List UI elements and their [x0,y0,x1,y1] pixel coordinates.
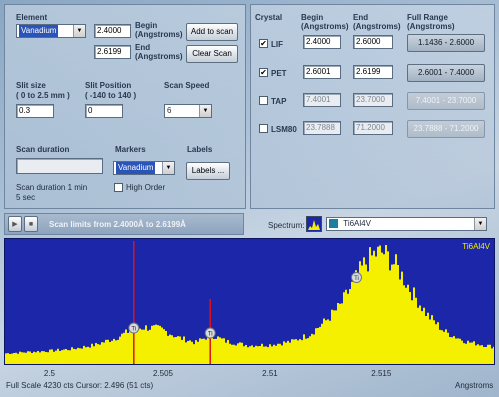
chart-footer: Full Scale 4230 cts Cursor: 2.496 (51 ct… [6,381,154,390]
markers-select[interactable]: Vanadium ▼ [113,161,175,175]
stop-button[interactable]: ■ [24,216,38,232]
crystal-lsm80-name: LSM80 [271,125,297,134]
x-tick-label: 2.515 [371,369,392,378]
high-order-checkbox[interactable] [114,183,123,192]
element-label: Element [16,13,48,22]
spectrum-label: Spectrum: [268,221,305,230]
scan-speed-value: 6 [167,106,172,115]
scan-duration-text: Scan duration 1 min [16,183,88,192]
play-icon: ▶ [12,221,18,228]
x-axis-label: Angstroms [455,381,494,390]
scan-duration-text-2: 5 sec [16,193,36,202]
markers-label: Markers [115,145,146,154]
element-marker[interactable]: Ti [204,327,216,339]
crystal-pet-end[interactable]: 2.6199 [353,65,393,79]
crystal-tap-range-button: 7.4001 - 23.7000 [407,92,485,110]
end-header-unit: (Angstroms) [353,22,401,31]
spectrum-icon[interactable] [306,216,322,232]
crystal-lif-checkbox[interactable]: ✔ [259,39,268,48]
full-range-header-unit: (Angstroms) [407,22,455,31]
begin-unit: (Angstroms) [135,30,183,39]
spectrum-select-value: Ti6Al4V [343,219,371,228]
x-tick-label: 2.5 [43,369,55,378]
series-label: Ti6Al4V [462,242,490,251]
slit-size-input[interactable]: 0.3 [16,104,54,118]
spectrum-area [5,245,495,364]
end-unit: (Angstroms) [135,52,183,61]
marker-label: Ti [131,327,136,333]
chevron-down-icon: ▼ [199,105,211,117]
clear-scan-button[interactable]: Clear Scan [186,45,238,63]
end-label: End [135,43,151,52]
crystal-lif-range-button[interactable]: 1.1436 - 2.6000 [407,34,485,52]
crystal-pet-begin[interactable]: 2.6001 [303,65,341,79]
begin-label: Begin [135,21,158,30]
begin-input[interactable]: 2.4000 [94,24,131,38]
end-input[interactable]: 2.6199 [94,45,131,59]
scan-duration-field [16,158,103,174]
crystal-lif-name: LIF [271,40,283,49]
marker-label: Ti [208,332,213,338]
chevron-down-icon: ▼ [73,25,85,37]
begin-header: Begin [301,13,324,22]
end-header: End [353,13,369,22]
scan-control-bar: ▶ ■ Scan limits from 2.4000Å to 2.6199Å [4,213,244,235]
crystal-tap-name: TAP [271,97,287,106]
play-button[interactable]: ▶ [8,216,22,232]
crystal-lsm80-range-button: 23.7888 - 71.2000 [407,120,485,138]
crystal-lif-begin[interactable]: 2.4000 [303,35,341,49]
spectrum-select-icon [329,219,338,229]
marker-label: Ti [354,276,359,282]
crystal-tap-end: 23.7000 [353,93,393,107]
scan-speed-select[interactable]: 6 ▼ [164,104,212,118]
stop-icon: ■ [28,221,34,228]
slit-size-range: ( 0 to 2.5 mm ) [16,91,70,100]
crystal-pet-name: PET [271,69,287,78]
high-order-label: High Order [126,183,166,192]
labels-label: Labels [187,145,213,154]
slit-position-input[interactable]: 0 [85,104,123,118]
crystal-lif-end[interactable]: 2.6000 [353,35,393,49]
spectrum-plot[interactable]: Ti Ti Ti Ti6Al4V [5,239,495,364]
markers-select-value: Vanadium [116,162,156,174]
element-select[interactable]: Vanadium ▼ [16,24,86,38]
slit-size-label: Slit size [16,81,46,90]
labels-button[interactable]: Labels ... [186,162,230,180]
element-marker[interactable]: Ti [128,322,140,334]
crystal-lsm80-checkbox[interactable] [259,124,268,133]
element-marker[interactable]: Ti [350,272,362,284]
crystal-pet-range-button[interactable]: 2.6001 - 7.4000 [407,64,485,82]
add-to-scan-button[interactable]: Add to scan [186,23,238,41]
x-tick-label: 2.51 [262,369,278,378]
spectrum-select[interactable]: Ti6Al4V ▼ [326,217,487,231]
slit-position-label: Slit Position [85,81,132,90]
chevron-down-icon: ▼ [474,218,486,230]
x-tick-label: 2.505 [152,369,174,378]
crystal-header: Crystal [255,13,283,22]
crystal-lsm80-begin: 23.7888 [303,121,341,135]
element-panel: Element Vanadium ▼ 2.4000 Begin (Angstro… [4,4,246,209]
begin-header-unit: (Angstroms) [301,22,349,31]
scan-limits-text: Scan limits from 2.4000Å to 2.6199Å [49,220,186,229]
spectrum-chart[interactable]: Ti Ti Ti Ti6Al4V [4,238,495,365]
slit-position-range: ( -140 to 140 ) [85,91,137,100]
crystal-tap-checkbox[interactable] [259,96,268,105]
element-select-value: Vanadium [19,25,59,37]
crystal-pet-checkbox[interactable]: ✔ [259,68,268,77]
full-range-header: Full Range [407,13,448,22]
scan-duration-label: Scan duration [16,145,70,154]
crystal-lsm80-end: 71.2000 [353,121,393,135]
scan-speed-label: Scan Speed [164,81,210,90]
crystal-tap-begin: 7.4001 [303,93,341,107]
crystal-panel: Crystal Begin (Angstroms) End (Angstroms… [250,4,495,209]
spectrum-icon-graphic [308,220,320,230]
chevron-down-icon: ▼ [162,162,174,174]
